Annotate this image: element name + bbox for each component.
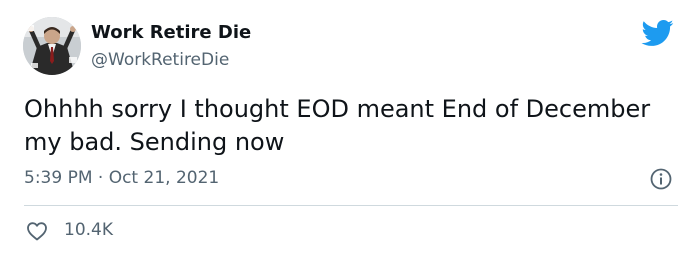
avatar-image bbox=[23, 17, 81, 75]
info-icon[interactable] bbox=[649, 167, 673, 191]
tweet-card: Work Retire Die @WorkRetireDie Ohhhh sor… bbox=[0, 0, 700, 257]
like-count[interactable]: 10.4K bbox=[64, 220, 113, 240]
heart-icon[interactable] bbox=[25, 219, 49, 243]
author-handle[interactable]: @WorkRetireDie bbox=[91, 50, 229, 70]
divider bbox=[24, 205, 678, 206]
tweet-timestamp[interactable]: 5:39 PM · Oct 21, 2021 bbox=[24, 168, 219, 188]
avatar[interactable] bbox=[23, 17, 81, 75]
tweet-text: Ohhhh sorry I thought EOD meant End of D… bbox=[24, 95, 651, 156]
author-name[interactable]: Work Retire Die bbox=[91, 22, 251, 43]
twitter-bird-icon[interactable] bbox=[640, 19, 674, 47]
